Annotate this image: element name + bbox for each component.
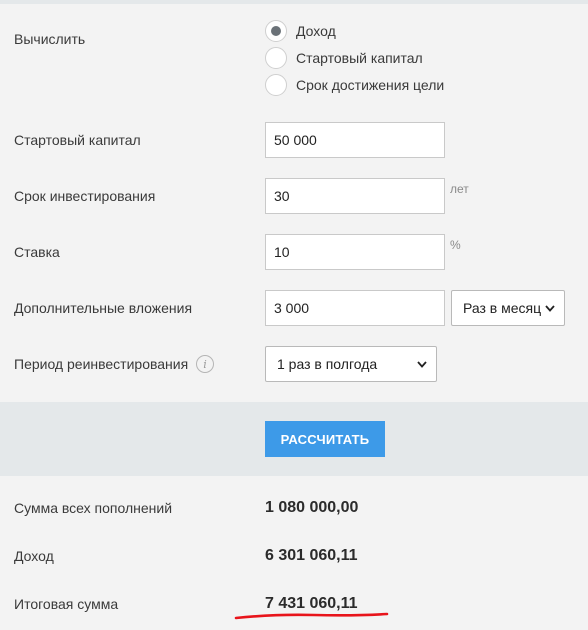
term-input[interactable]: 30 — [265, 178, 445, 214]
total-deposits-value: 1 080 000,00 — [265, 499, 359, 516]
red-underline-annotation — [234, 612, 389, 620]
radio-option-goal-term[interactable]: Срок достижения цели — [265, 74, 444, 96]
frequency-select[interactable]: Раз в месяц — [451, 290, 565, 326]
chevron-down-icon — [417, 361, 427, 368]
radio-button-income[interactable] — [265, 20, 287, 42]
additional-input[interactable]: 3 000 — [265, 290, 445, 326]
radio-label-goal-term: Срок достижения цели — [296, 77, 445, 93]
radio-button-start-capital[interactable] — [265, 47, 287, 69]
radio-label-income: Доход — [296, 23, 336, 39]
income-value: 6 301 060,11 — [265, 547, 358, 564]
additional-label: Дополнительные вложения — [14, 300, 193, 316]
calculate-band: РАССЧИТАТЬ — [0, 402, 588, 476]
chevron-down-icon — [545, 305, 555, 312]
rate-label: Ставка — [14, 244, 60, 260]
radio-option-income[interactable]: Доход — [265, 20, 336, 42]
radio-button-goal-term[interactable] — [265, 74, 287, 96]
total-deposits-label: Сумма всех пополнений — [14, 500, 173, 516]
final-sum-label: Итоговая сумма — [14, 596, 119, 612]
info-icon[interactable]: i — [196, 355, 214, 373]
calculate-button[interactable]: РАССЧИТАТЬ — [265, 421, 385, 457]
reinvest-label: Период реинвестирования — [14, 356, 189, 372]
rate-input[interactable]: 10 — [265, 234, 445, 270]
income-label: Доход — [14, 548, 54, 564]
reinvest-select-value: 1 раз в полгода — [277, 356, 378, 372]
frequency-select-value: Раз в месяц — [463, 300, 542, 316]
start-capital-label: Стартовый капитал — [14, 132, 141, 148]
rate-unit: % — [450, 238, 461, 252]
radio-option-start-capital[interactable]: Стартовый капитал — [265, 47, 423, 69]
start-capital-input[interactable]: 50 000 — [265, 122, 445, 158]
calculate-label: Вычислить — [14, 31, 86, 47]
reinvest-select[interactable]: 1 раз в полгода — [265, 346, 437, 382]
radio-label-start-capital: Стартовый капитал — [296, 50, 423, 66]
term-unit: лет — [450, 182, 469, 196]
term-label: Срок инвестирования — [14, 188, 156, 204]
